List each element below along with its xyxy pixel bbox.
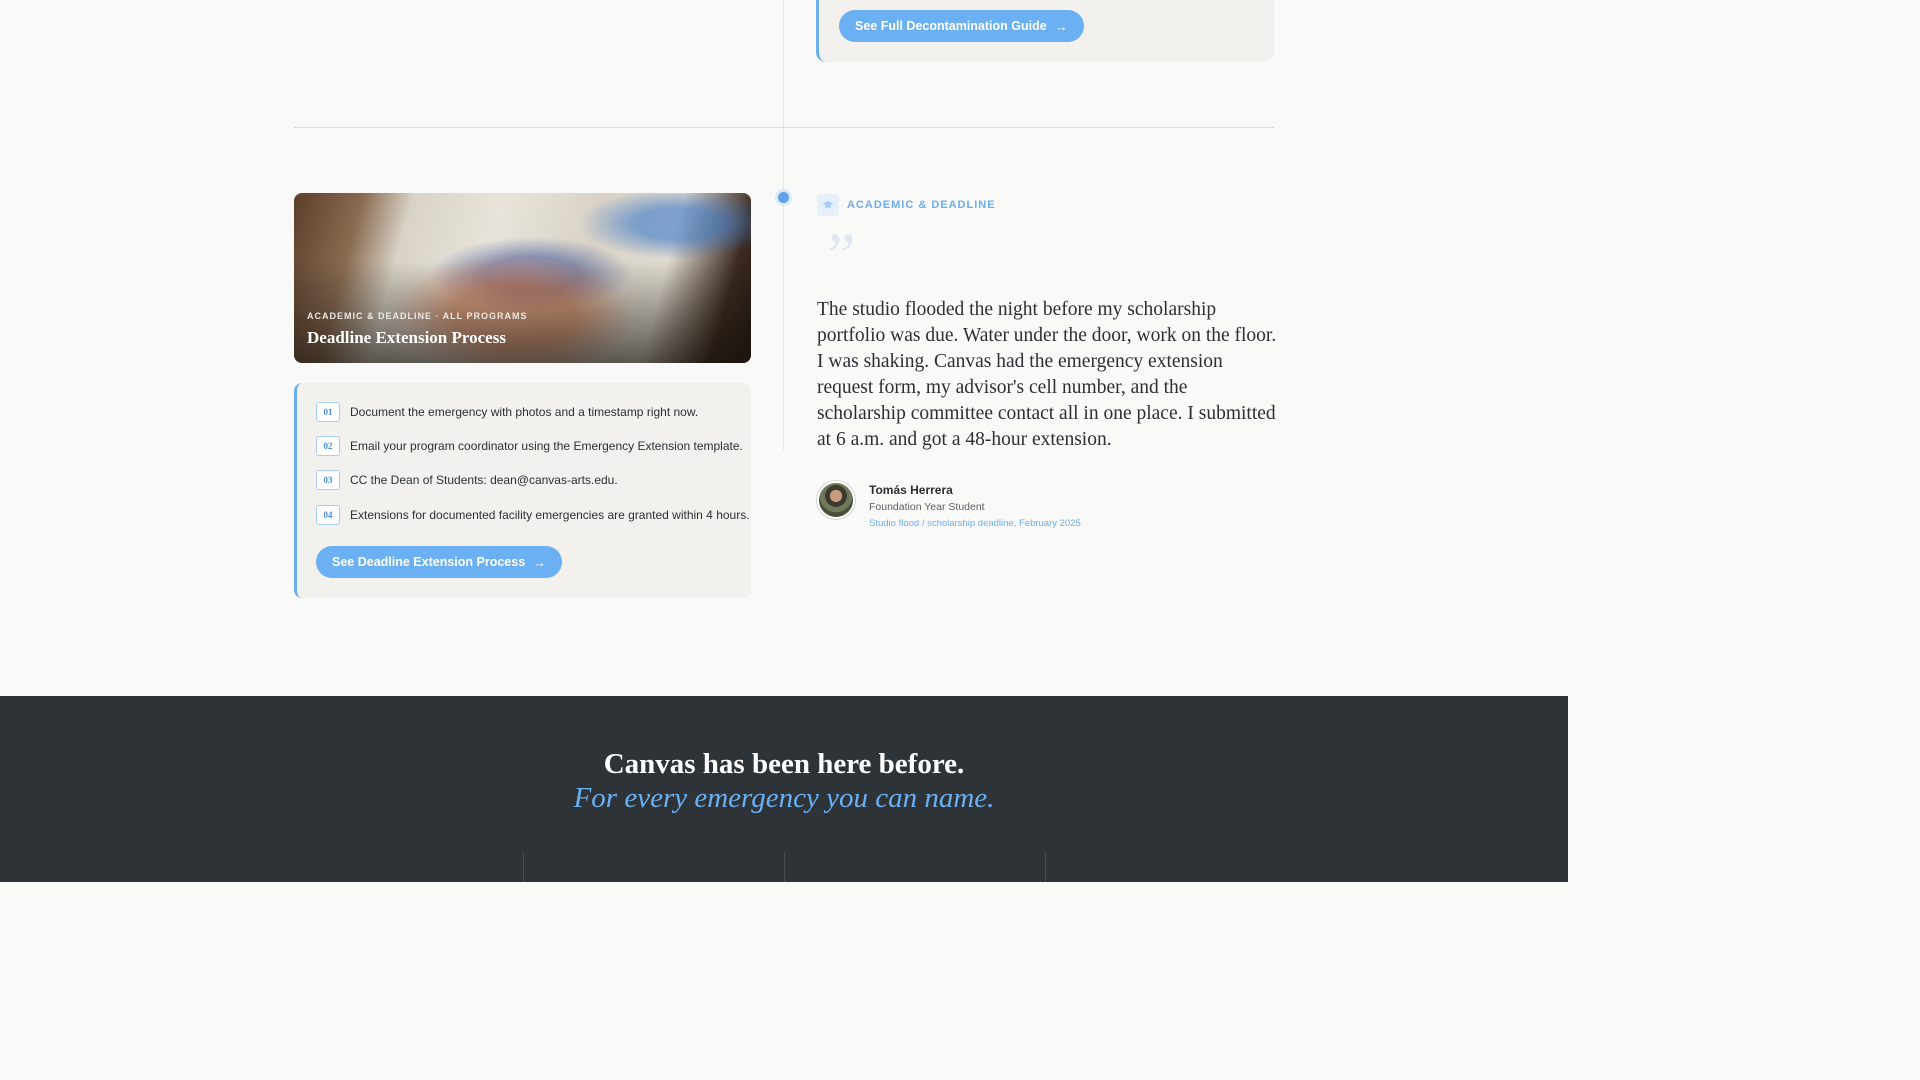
step-text: Document the emergency with photos and a…: [350, 405, 699, 419]
testimonial-quote: The studio flooded the night before my s…: [817, 299, 1277, 450]
timeline-dot: [778, 192, 789, 203]
hero-eyebrow: ACADEMIC & DEADLINE · ALL PROGRAMS: [307, 311, 528, 321]
step-item: 01 Document the emergency with photos an…: [316, 402, 698, 422]
steps-card: 01 Document the emergency with photos an…: [294, 383, 751, 598]
step-number: 01: [316, 402, 340, 422]
graduation-cap-icon: [817, 194, 839, 216]
footer-banner: Canvas has been here before. For every e…: [0, 696, 1568, 882]
category-badge: ACADEMIC & DEADLINE: [817, 194, 996, 216]
see-deadline-extension-button[interactable]: See Deadline Extension Process →: [316, 546, 563, 578]
step-text: Email your program coordinator using the…: [350, 439, 743, 453]
button-label: See Full Decontamination Guide: [855, 19, 1047, 33]
column-divider: [1045, 852, 1046, 882]
step-number: 02: [316, 436, 340, 456]
section-divider: [294, 127, 1274, 128]
column-divider: [523, 852, 524, 882]
hero-image-card: ACADEMIC & DEADLINE · ALL PROGRAMS Deadl…: [294, 193, 751, 363]
arrow-right-icon: →: [1054, 18, 1068, 34]
see-decontamination-guide-button[interactable]: See Full Decontamination Guide →: [839, 10, 1084, 42]
hero-title: Deadline Extension Process: [307, 328, 506, 347]
timeline-line: [783, 0, 784, 450]
quote-mark: ”: [820, 220, 856, 291]
avatar: [817, 481, 855, 519]
author-role: Foundation Year Student: [869, 501, 985, 513]
step-number: 04: [316, 505, 340, 525]
step-item: 04 Extensions for documented facility em…: [316, 505, 750, 525]
column-divider: [784, 852, 785, 882]
decontamination-card: See Full Decontamination Guide →: [816, 0, 1274, 62]
footer-subheadline: For every emergency you can name.: [573, 782, 995, 814]
testimonial-author: Tomás Herrera Foundation Year Student St…: [817, 481, 1081, 529]
step-text: Extensions for documented facility emerg…: [350, 508, 750, 522]
step-text: CC the Dean of Students: dean@canvas-art…: [350, 473, 618, 487]
footer-headline: Canvas has been here before.: [603, 748, 965, 780]
arrow-right-icon: →: [533, 554, 547, 570]
button-label: See Deadline Extension Process: [332, 555, 526, 569]
step-item: 03 CC the Dean of Students: dean@canvas-…: [316, 470, 618, 490]
step-item: 02 Email your program coordinator using …: [316, 436, 743, 456]
step-number: 03: [316, 470, 340, 490]
category-label: ACADEMIC & DEADLINE: [847, 199, 996, 211]
author-name: Tomás Herrera: [869, 483, 953, 497]
author-context: Studio flood / scholarship deadline, Feb…: [869, 518, 1081, 529]
